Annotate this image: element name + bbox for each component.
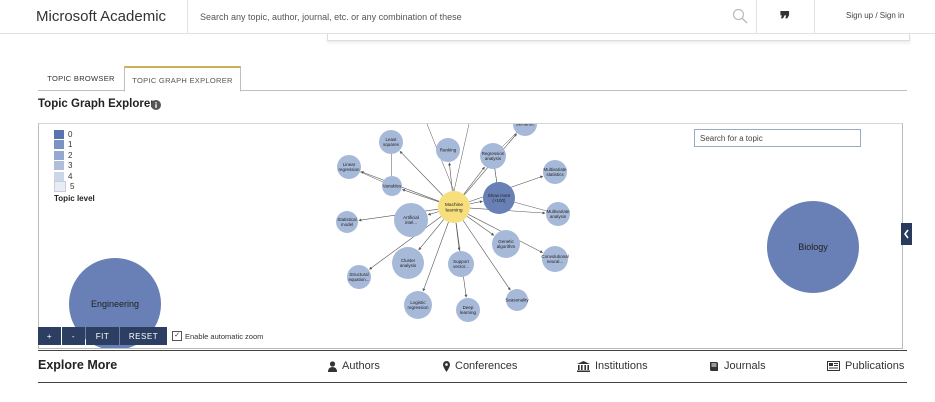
graph-node-label: Engineering [91,299,139,309]
search-input[interactable] [198,6,722,28]
graph-node-label: Support vector... [453,259,470,269]
graph-node[interactable]: Statistical model [336,211,358,233]
graph-node[interactable]: Seasonality [505,289,529,311]
fit-button[interactable]: FIT [86,327,119,345]
graph-node-center[interactable]: Machine learning [438,191,470,223]
graph-node[interactable]: Show more (+100) [483,182,515,214]
topic-search-input[interactable] [694,129,861,147]
graph-node[interactable]: Deep learning [456,298,480,322]
tab-topic-graph-explorer[interactable]: TOPIC GRAPH EXPLORER [124,66,241,92]
graph-node[interactable]: Support vector... [448,251,474,277]
graph-node-label: Semantic [516,124,536,127]
explore-link-institutions[interactable]: Institutions [577,360,648,372]
graph-edge [401,188,439,203]
info-icon[interactable] [151,100,161,110]
graph-controls: + - FIT RESET ✓ Enable automatic zoom [38,327,263,345]
explore-link-conferences[interactable]: Conferences [443,360,517,372]
graph-node[interactable]: Multivariate analysis [546,202,570,226]
graph-node[interactable]: Cluster analysis [392,247,424,279]
person-icon [328,360,337,372]
zoom-out-button[interactable]: - [62,327,85,345]
reset-button[interactable]: RESET [120,327,167,345]
graph-node-label: Artificial intel... [403,215,419,225]
explore-link-label: Journals [724,360,766,372]
graph-edge [427,211,439,216]
explore-link-label: Publications [845,360,905,372]
newspaper-icon [827,361,840,371]
explore-more-bar: Explore More Authors Conferences Institu… [38,350,907,383]
explore-link-journals[interactable]: Journals [709,360,766,372]
graph-node[interactable]: Ranking [436,138,460,162]
explore-more-title: Explore More [38,358,118,372]
graph-node[interactable]: Artificial intel... [394,203,428,237]
graph-node-label: Multivariate statistics [543,167,567,177]
graph-node[interactable]: Least squares [379,130,403,154]
graph-node-label: Seasonality [505,298,529,303]
search-icon[interactable] [732,8,748,24]
zoom-in-button[interactable]: + [38,327,61,345]
graph-node[interactable]: Logistic regression [404,291,432,319]
auto-zoom-label: Enable automatic zoom [185,331,264,341]
graph-edge [463,166,485,195]
graph-node-label: Structural equation... [348,272,369,282]
search-bar [187,0,757,33]
auto-zoom-option[interactable]: ✓ Enable automatic zoom [172,331,263,341]
explore-link-label: Authors [342,360,380,372]
explore-link-label: Conferences [455,360,518,372]
tab-topic-browser[interactable]: TOPIC BROWSER [38,66,124,90]
search-dropdown-edge [327,34,910,41]
graph-node-label: Biology [798,242,828,252]
graph-edge [422,221,449,292]
graph-node-label: Genetic algorithm [497,239,516,249]
chevron-left-icon [904,229,909,239]
quote-icon[interactable]: ❞ [756,0,815,33]
explore-link-authors[interactable]: Authors [328,360,380,372]
tab-bar: TOPIC BROWSER TOPIC GRAPH EXPLORER [38,66,907,92]
graph-node[interactable]: Convolutional neural... [541,246,569,272]
page-title: Topic Graph Explorer [38,98,155,110]
graph-edge [448,162,453,192]
side-panel-toggle[interactable] [901,223,912,245]
graph-node[interactable]: Multivariate statistics [543,160,567,184]
auto-zoom-checkbox[interactable]: ✓ [172,331,182,341]
explore-link-publications[interactable]: Publications [827,360,904,372]
book-icon [710,361,718,371]
graph-node[interactable]: Genetic algorithm [492,230,520,258]
institution-icon [577,360,590,372]
graph-node-label: Cluster analysis [400,258,417,268]
graph-node[interactable]: Biology [767,201,859,293]
topic-graph-panel[interactable]: 0 1 2 3 4 5 Topic level Least squares Rank… [38,123,903,349]
map-pin-icon [443,360,450,372]
top-bar: Microsoft Academic ❞ Sign up / Sign in [0,0,935,34]
graph-node-label: Variables [383,184,402,189]
graph-node-label: Machine learning [445,202,463,213]
explore-link-label: Institutions [595,360,648,372]
graph-edge [469,200,483,205]
graph-node[interactable]: Regression analysis [480,143,506,169]
graph-node-label: Ranking [440,148,457,153]
brand-logo[interactable]: Microsoft Academic [36,8,166,25]
graph-node[interactable]: Variables [382,176,402,196]
graph-node[interactable]: Structural equation... [347,265,371,289]
sign-in-link[interactable]: Sign up / Sign in [846,11,904,20]
topic-graph[interactable]: Least squares Ranking Regression analysis Lin… [39,124,902,348]
graph-node[interactable]: Linear regression [337,155,361,179]
